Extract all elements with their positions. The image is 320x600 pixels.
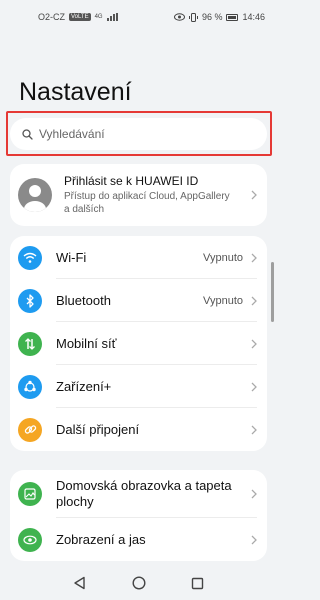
chevron-right-icon bbox=[251, 296, 257, 305]
signal-icon bbox=[106, 13, 118, 21]
chevron-right-icon bbox=[251, 489, 257, 499]
bluetooth-status: Vypnuto bbox=[203, 294, 243, 307]
battery-icon bbox=[226, 13, 239, 21]
network-type-label: 4G bbox=[94, 14, 103, 20]
battery-percent: 96 % bbox=[201, 12, 223, 22]
wallpaper-icon bbox=[18, 482, 42, 506]
settings-item-label: Mobilní síť bbox=[56, 336, 117, 351]
chevron-right-icon bbox=[251, 535, 257, 544]
huawei-id-subtitle-line1: Přístup do aplikací Cloud, AppGallery bbox=[64, 191, 230, 202]
huawei-id-subtitle-line2: a dalších bbox=[64, 204, 105, 215]
home-icon[interactable] bbox=[132, 576, 146, 590]
chevron-right-icon bbox=[251, 339, 257, 348]
settings-item-wifi[interactable]: Wi-Fi Vypnuto bbox=[10, 236, 267, 279]
status-bar: O2-CZ VoLTE 4G 96 % 14:46 bbox=[0, 0, 277, 34]
home-screen-label-line2: plochy bbox=[56, 494, 94, 509]
page-title: Nastavení bbox=[19, 78, 132, 106]
back-icon[interactable] bbox=[73, 576, 87, 590]
vibrate-icon bbox=[188, 12, 198, 22]
settings-item-label: Bluetooth bbox=[56, 293, 111, 308]
settings-item-label: Wi-Fi bbox=[56, 250, 87, 265]
search-bar[interactable] bbox=[10, 118, 267, 150]
mobile-network-icon bbox=[18, 331, 42, 356]
settings-item-bluetooth[interactable]: Bluetooth Vypnuto bbox=[10, 279, 267, 322]
search-icon bbox=[22, 128, 33, 140]
settings-item-display-brightness[interactable]: Zobrazení a jas bbox=[10, 518, 267, 561]
chevron-right-icon bbox=[251, 190, 257, 200]
search-input[interactable] bbox=[39, 127, 239, 141]
chevron-right-icon bbox=[251, 253, 257, 262]
eye-comfort-icon bbox=[173, 13, 185, 21]
settings-item-label: Domovská obrazovka a tapeta plochy bbox=[56, 478, 251, 510]
chevron-right-icon bbox=[251, 382, 257, 391]
bluetooth-icon bbox=[18, 288, 42, 313]
huawei-id-row[interactable]: Přihlásit se k HUAWEI ID Přístup do apli… bbox=[10, 164, 267, 226]
settings-item-mobile-network[interactable]: Mobilní síť bbox=[10, 322, 267, 365]
connectivity-card: Wi-Fi Vypnuto Bluetooth Vypnuto Mobilní … bbox=[10, 236, 267, 451]
display-card: Domovská obrazovka a tapeta plochy Zobra… bbox=[10, 470, 267, 561]
huawei-id-card[interactable]: Přihlásit se k HUAWEI ID Přístup do apli… bbox=[10, 164, 267, 226]
device-plus-icon bbox=[18, 374, 42, 399]
eye-icon bbox=[18, 527, 42, 552]
settings-item-label: Další připojení bbox=[56, 422, 140, 437]
clock: 14:46 bbox=[242, 12, 265, 22]
huawei-id-title: Přihlásit se k HUAWEI ID bbox=[64, 174, 199, 188]
settings-item-device-plus[interactable]: Zařízení+ bbox=[10, 365, 267, 408]
huawei-id-subtitle: Přístup do aplikací Cloud, AppGallery a … bbox=[64, 190, 251, 216]
settings-item-label: Zařízení+ bbox=[56, 379, 112, 394]
carrier-label: O2-CZ bbox=[38, 12, 65, 22]
recents-icon[interactable] bbox=[191, 577, 204, 590]
scrollbar[interactable] bbox=[271, 262, 274, 322]
settings-item-more-connections[interactable]: Další připojení bbox=[10, 408, 267, 451]
volte-badge: VoLTE bbox=[69, 13, 91, 21]
chevron-right-icon bbox=[251, 425, 257, 434]
settings-item-label: Zobrazení a jas bbox=[56, 532, 146, 547]
home-screen-label-line1: Domovská obrazovka a tapeta bbox=[56, 478, 232, 493]
wifi-status: Vypnuto bbox=[203, 251, 243, 264]
link-icon bbox=[18, 417, 42, 442]
wifi-icon bbox=[18, 245, 42, 270]
settings-item-home-screen[interactable]: Domovská obrazovka a tapeta plochy bbox=[10, 470, 267, 518]
navigation-bar bbox=[0, 566, 277, 600]
avatar bbox=[18, 178, 52, 212]
